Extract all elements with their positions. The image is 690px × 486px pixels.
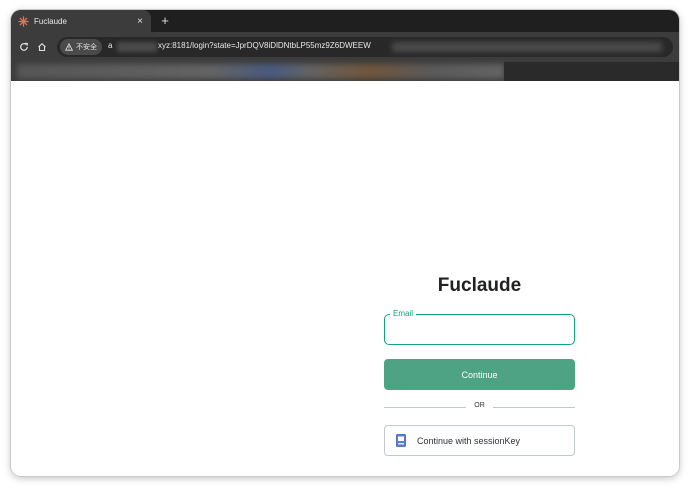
or-divider: OR [384, 401, 575, 413]
url-text: xyz:8181/login?state=JprDQV8iDlDNtbLP55m… [158, 41, 371, 50]
url-prefix: a [108, 41, 113, 50]
page-content: Fuclaude Email Continue OR Continue with… [11, 81, 679, 476]
browser-toolbar: 不安全 a xyz:8181/login?state=JprDQV8iDlDNt… [11, 32, 679, 62]
email-input[interactable] [393, 323, 565, 337]
claude-logo-icon [17, 15, 29, 27]
divider-line-right [493, 407, 575, 408]
url-redaction-trailing [392, 42, 662, 52]
home-icon[interactable] [34, 39, 50, 55]
continue-button[interactable]: Continue [384, 359, 575, 390]
warning-icon [64, 38, 74, 56]
key-card-icon [395, 434, 407, 448]
app-title: Fuclaude [437, 275, 522, 296]
tab-close-icon[interactable]: × [133, 16, 147, 27]
reload-icon[interactable] [16, 39, 32, 55]
url-redaction [117, 42, 157, 52]
session-key-button[interactable]: Continue with sessionKey [384, 425, 575, 456]
bookmarks-redaction [17, 64, 504, 79]
new-tab-button[interactable]: + [157, 12, 173, 30]
browser-tab[interactable]: Fuclaude × [11, 10, 151, 32]
bookmarks-bar [11, 62, 679, 81]
security-label: 不安全 [76, 44, 97, 51]
email-label: Email [390, 309, 417, 318]
tab-bar: Fuclaude × + [11, 10, 679, 32]
browser-window: Fuclaude × + 不安全 a xyz:8181/login?state=… [11, 10, 679, 476]
address-bar[interactable]: 不安全 a xyz:8181/login?state=JprDQV8iDlDNt… [57, 37, 673, 57]
tab-title: Fuclaude [34, 16, 67, 26]
bookmarks-bar-end [504, 62, 679, 81]
session-key-label: Continue with sessionKey [417, 435, 521, 446]
security-chip[interactable]: 不安全 [60, 39, 102, 55]
email-field[interactable]: Email [384, 309, 575, 345]
